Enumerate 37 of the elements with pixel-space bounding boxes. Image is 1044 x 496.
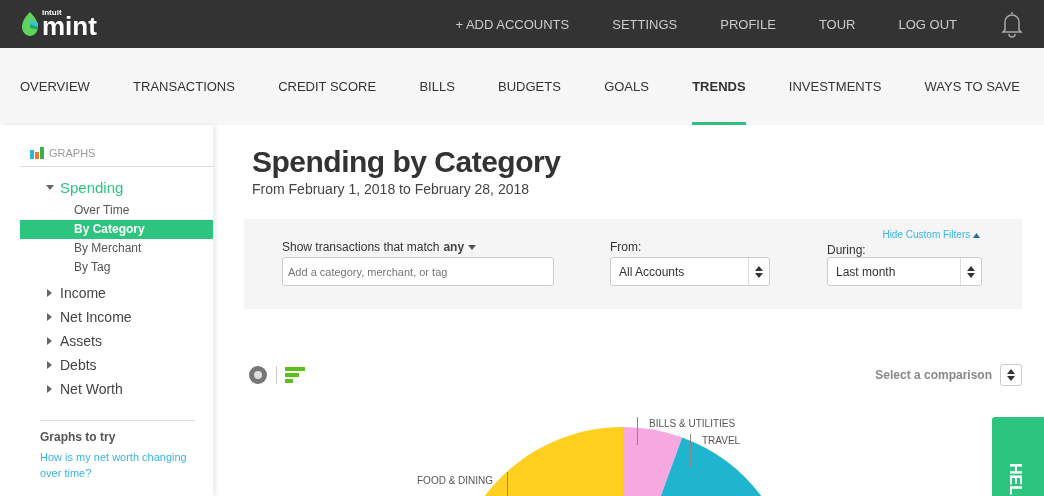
sidebar-subitem[interactable]: Over Time — [20, 201, 213, 220]
sidebar-subitem[interactable]: By Tag — [20, 258, 213, 277]
nav-tab[interactable]: TRENDS — [692, 48, 746, 125]
period-select[interactable]: Last month — [827, 257, 982, 286]
header-link[interactable]: PROFILE — [720, 16, 776, 32]
search-field[interactable]: Add a category, merchant, or tag — [282, 257, 554, 286]
graphs-to-try-heading: Graphs to try — [40, 430, 117, 444]
nav-tab[interactable]: INVESTMENTS — [788, 48, 882, 125]
sidebar-item[interactable]: Net Income — [20, 307, 213, 328]
header-link[interactable]: TOUR — [818, 16, 856, 32]
date-range: From February 1, 2018 to February 28, 2018 — [251, 181, 531, 197]
header-link[interactable]: + ADD ACCOUNTS — [455, 16, 570, 32]
nav-tab[interactable]: TRANSACTIONS — [133, 48, 235, 125]
comparison-label: Select a comparison — [875, 368, 992, 382]
from-label: From: — [610, 239, 643, 255]
match-label: Show transactions that match — [282, 240, 440, 254]
page-title: Spending by Category — [251, 145, 562, 179]
chart-label: TRAVEL — [702, 435, 741, 446]
header-link[interactable]: LOG OUT — [898, 16, 957, 32]
sidebar-item[interactable]: Debts — [20, 355, 213, 376]
sidebar-item[interactable]: Net Worth — [20, 379, 213, 400]
sidebar-subitem[interactable]: By Merchant — [20, 239, 213, 258]
nav-tab[interactable]: BUDGETS — [498, 48, 561, 125]
nav-tab[interactable]: GOALS — [604, 48, 649, 125]
account-select[interactable]: All Accounts — [610, 257, 770, 286]
nav-tab[interactable]: WAYS TO SAVE — [924, 48, 1020, 125]
nav-tab[interactable]: OVERVIEW — [20, 48, 90, 125]
during-label: During: — [827, 242, 867, 258]
nav-tab[interactable]: CREDIT SCORE — [278, 48, 377, 125]
sidebar-item[interactable]: Income — [20, 283, 213, 304]
graphs-heading: GRAPHS — [49, 147, 96, 159]
sidebar-item[interactable]: Assets — [20, 331, 213, 352]
chart-label: BILLS & UTILITIES — [649, 418, 736, 429]
match-dropdown[interactable]: any — [443, 240, 477, 254]
nav-tab[interactable]: BILLS — [419, 48, 455, 125]
chart-label: FOOD & DINING — [417, 475, 494, 486]
header-link[interactable]: SETTINGS — [612, 16, 678, 32]
